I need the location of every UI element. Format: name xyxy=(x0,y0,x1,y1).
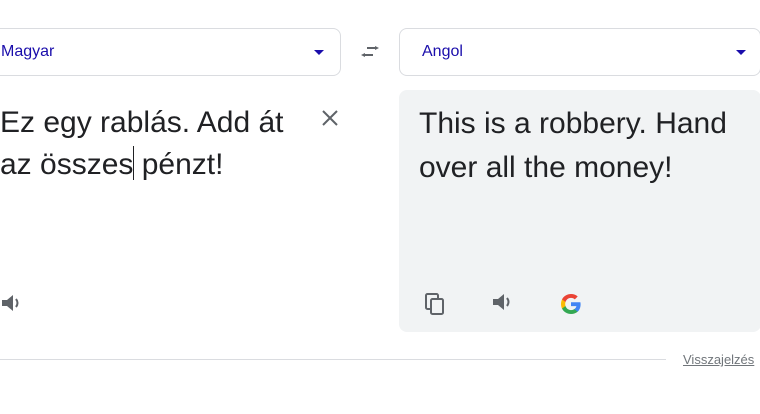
target-listen-button[interactable] xyxy=(487,286,519,318)
source-language-select[interactable]: Magyar xyxy=(0,28,341,76)
chevron-down-icon xyxy=(314,49,324,55)
translate-widget: Magyar Angol Ez egy rablás. Add át az ös… xyxy=(0,0,760,414)
swap-languages-button[interactable] xyxy=(356,40,384,68)
divider xyxy=(0,359,666,360)
source-language-label: Magyar xyxy=(1,43,55,60)
google-logo-icon xyxy=(561,294,581,314)
speaker-icon xyxy=(2,295,19,311)
source-listen-button[interactable] xyxy=(0,288,30,318)
close-icon xyxy=(322,110,338,126)
copy-translation-button[interactable] xyxy=(419,288,451,320)
target-language-label: Angol xyxy=(422,43,463,60)
speaker-icon xyxy=(493,294,510,310)
feedback-link[interactable]: Visszajelzés xyxy=(683,352,754,367)
source-text-after-cursor: pénzt! xyxy=(133,148,224,181)
google-translate-button[interactable] xyxy=(555,288,587,320)
swap-arrows-icon xyxy=(361,46,379,57)
translation-text: This is a robbery. Hand over all the mon… xyxy=(419,107,727,184)
clear-source-button[interactable] xyxy=(316,104,344,132)
copy-icon xyxy=(425,293,444,315)
source-text-input[interactable]: Ez egy rablás. Add át az összes pénzt! xyxy=(0,102,300,186)
chevron-down-icon xyxy=(736,49,746,55)
translation-output-panel: This is a robbery. Hand over all the mon… xyxy=(399,90,760,332)
target-language-select[interactable]: Angol xyxy=(399,28,760,76)
